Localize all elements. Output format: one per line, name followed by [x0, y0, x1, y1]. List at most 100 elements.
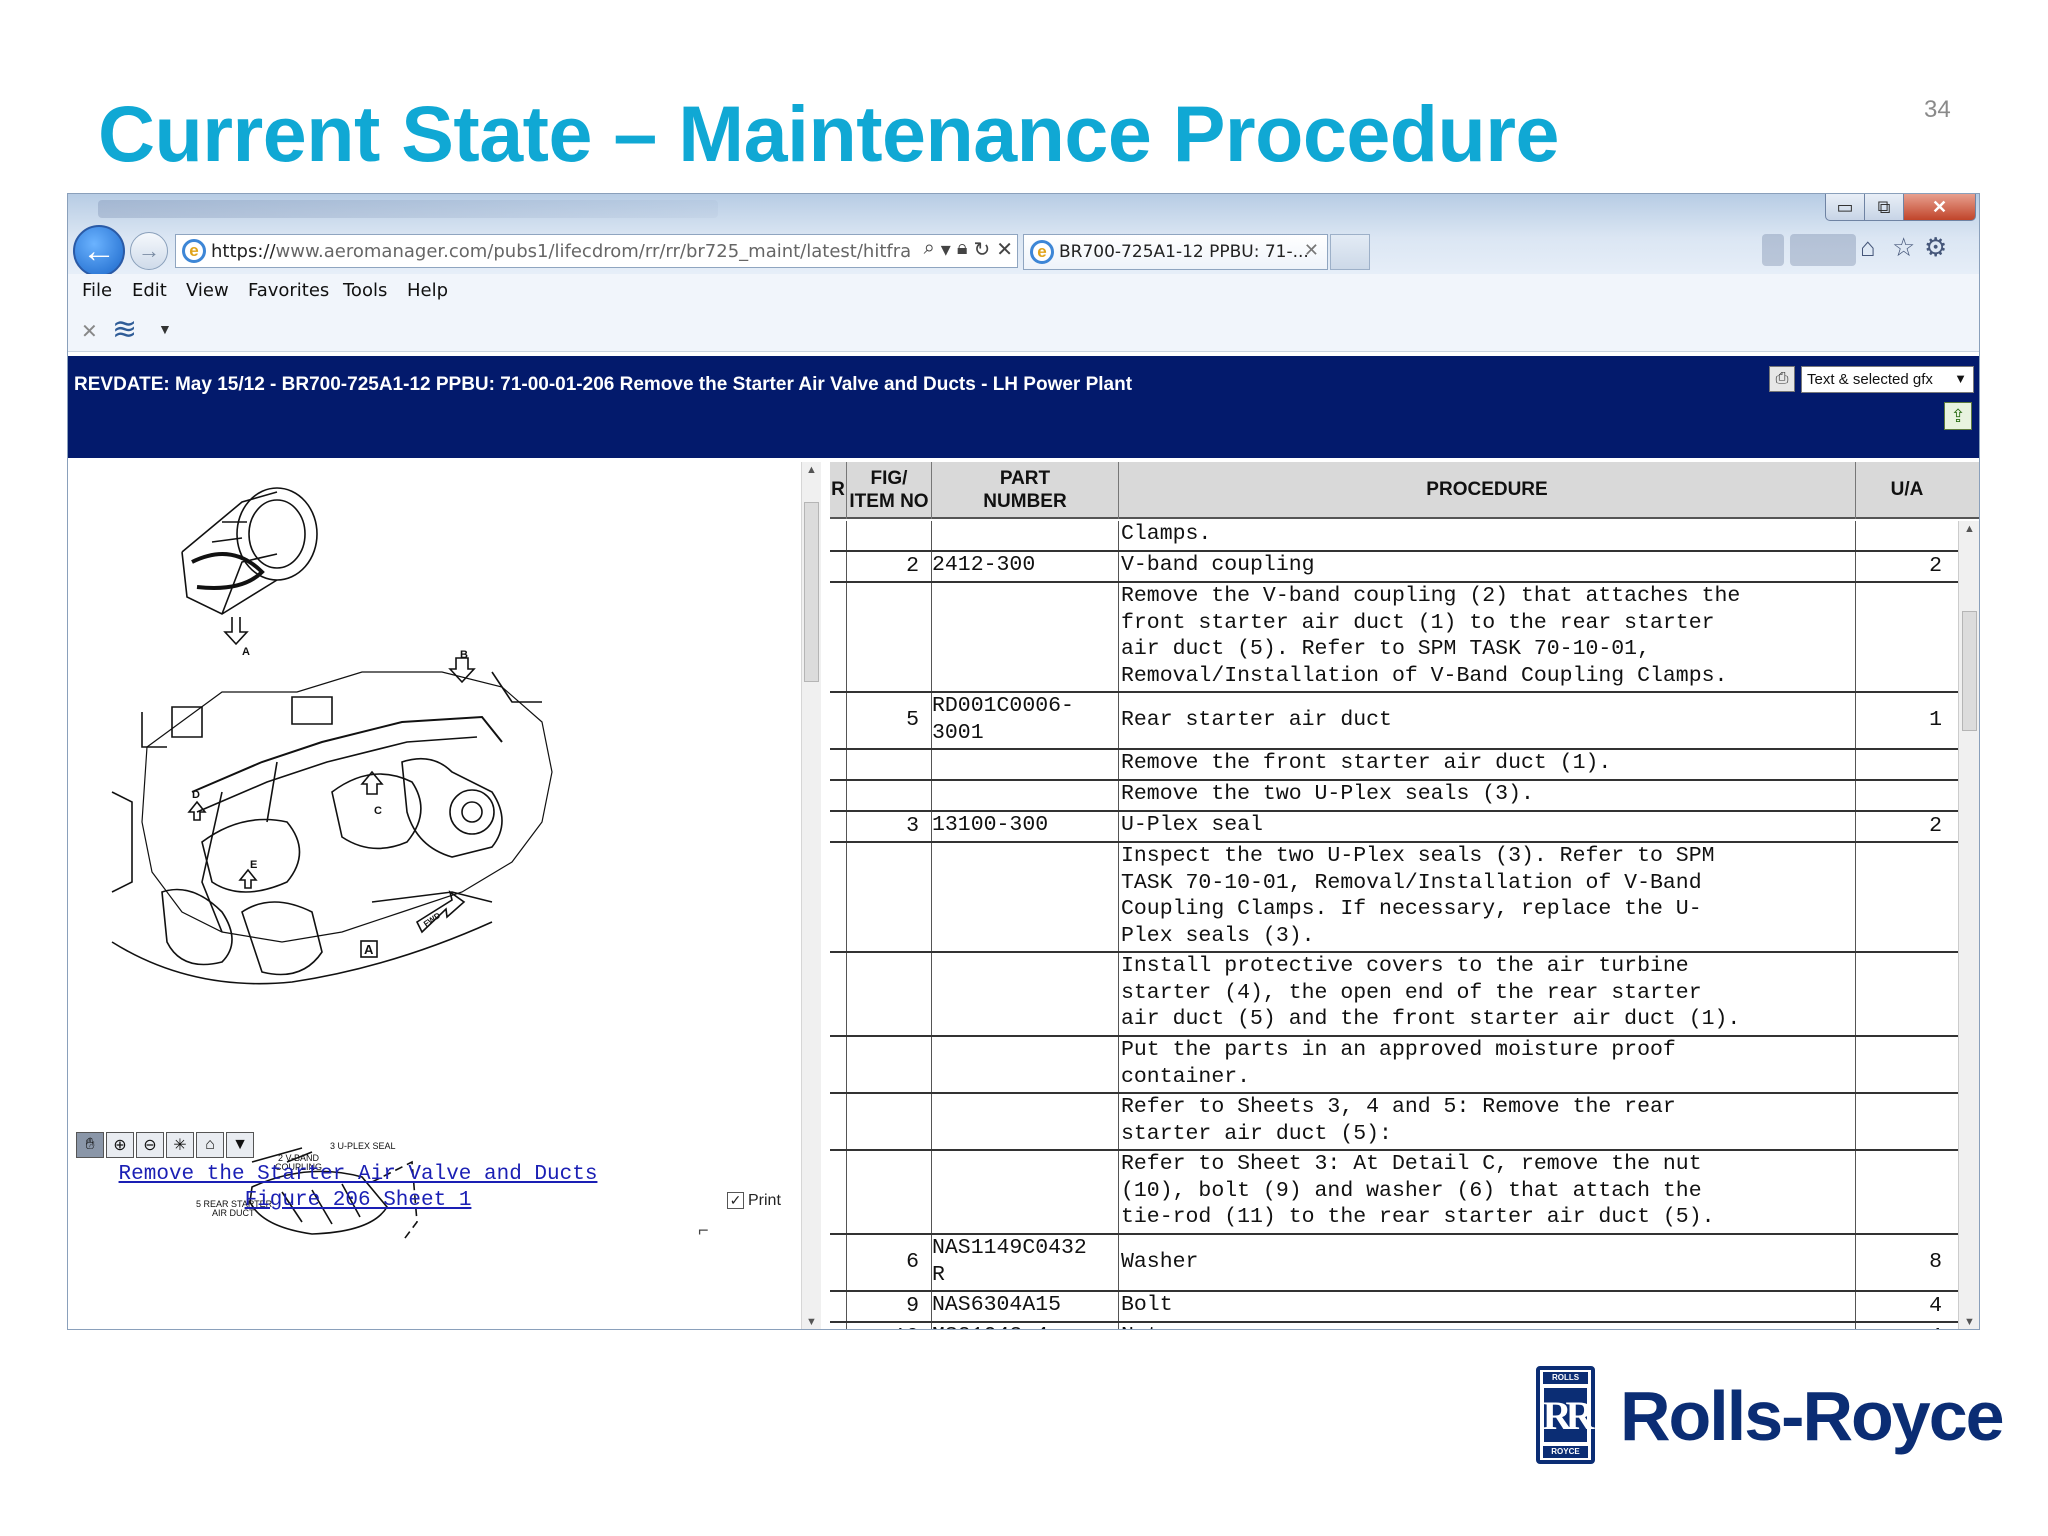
menu-tools[interactable]: Tools — [343, 280, 387, 301]
part-number-cell: NAS6304A15 — [931, 1292, 1118, 1321]
dropdown-icon[interactable]: ▾ — [941, 237, 951, 262]
scroll-down-icon[interactable]: ▼ — [1964, 1316, 1975, 1328]
menu-edit[interactable]: Edit — [132, 280, 167, 301]
scroll-thumb[interactable] — [804, 502, 819, 682]
fig-item-cell — [846, 750, 931, 779]
part-number-cell — [931, 750, 1118, 779]
home-icon[interactable]: ⌂ — [196, 1132, 224, 1158]
procedure-cell: Put the parts in an approved moisture pr… — [1118, 1037, 1855, 1092]
ua-cell — [1855, 1094, 1958, 1149]
zoom-out-icon[interactable]: ⊖ — [136, 1132, 164, 1158]
revision-cell — [830, 1037, 846, 1092]
table-row: Remove the two U-Plex seals (3). — [830, 781, 1979, 812]
print-scope-select[interactable]: Text & selected gfx ▼ — [1801, 366, 1974, 393]
table-row: Refer to Sheet 3: At Detail C, remove th… — [830, 1151, 1979, 1235]
callout-a-top: A — [242, 646, 250, 658]
table-scrollbar[interactable]: ▲ ▼ — [1958, 521, 1979, 1329]
zoom-in-icon[interactable]: ⊕ — [106, 1132, 134, 1158]
home-icon[interactable]: ⌂ — [1860, 232, 1876, 263]
procedure-cell: Install protective covers to the air tur… — [1118, 953, 1855, 1035]
new-tab-button[interactable] — [1330, 234, 1370, 270]
close-window-button[interactable]: ✕ — [1903, 194, 1976, 221]
figure-corner-mark: ⌐ — [698, 1220, 709, 1240]
print-scope-value: Text & selected gfx — [1807, 371, 1933, 388]
minimize-button[interactable]: ▭ — [1825, 194, 1865, 221]
figure-scrollbar[interactable]: ▲ ▼ — [801, 462, 821, 1329]
table-row: Install protective covers to the air tur… — [830, 953, 1979, 1037]
fig-item-cell — [846, 521, 931, 550]
figure-link-sheet[interactable]: Figure 206 Sheet 1 — [72, 1189, 644, 1212]
badge-monogram: RR — [1543, 1388, 1594, 1442]
menu-view[interactable]: View — [186, 280, 229, 301]
revision-cell — [830, 781, 846, 810]
table-row: 9 NAS6304A15 Bolt 4 — [830, 1292, 1979, 1323]
ie-favicon-icon: e — [1030, 240, 1054, 264]
part-number-cell: RD001C0006- 3001 — [931, 693, 1118, 748]
svg-text:D: D — [192, 789, 200, 801]
menu-favorites[interactable]: Favorites — [248, 280, 329, 301]
ua-cell — [1855, 1037, 1958, 1092]
back-button[interactable]: ← — [73, 225, 125, 277]
forward-button[interactable]: → — [130, 232, 168, 270]
pan-icon[interactable]: ✋︎ — [76, 1132, 104, 1158]
command-bar — [68, 308, 1979, 352]
procedure-cell: Remove the front starter air duct (1). — [1118, 750, 1855, 779]
revision-cell — [830, 1235, 846, 1290]
scroll-up-icon[interactable]: ▲ — [1964, 523, 1975, 535]
col-part-header: PART NUMBER — [931, 462, 1118, 519]
fig-item-cell: 3 — [846, 812, 931, 841]
blurred-toolbar-icon — [1790, 234, 1856, 266]
procedure-cell: U-Plex seal — [1118, 812, 1855, 841]
fig-item-cell: 2 — [846, 552, 931, 581]
url-text[interactable]: https://www.aeromanager.com/pubs1/lifecd… — [211, 241, 911, 262]
connection-icon[interactable]: ≋ — [112, 312, 137, 347]
part-number-cell: 13100-300 — [931, 812, 1118, 841]
print-checkbox[interactable]: ✓ — [727, 1192, 744, 1209]
tab-label: BR700-725A1-12 PPBU: 71-... — [1059, 242, 1309, 262]
chevron-down-icon[interactable]: ▼ — [226, 1132, 254, 1158]
part-number-cell: MS21043-4 — [931, 1323, 1118, 1329]
table-header: R FIG/ ITEM NO PART NUMBER PROCEDURE U/A — [830, 462, 1979, 519]
export-icon[interactable]: ⇪ — [1944, 402, 1972, 430]
refresh-icon[interactable]: ↻ — [973, 237, 990, 262]
ua-cell: 4 — [1855, 1292, 1958, 1321]
procedure-cell: Bolt — [1118, 1292, 1855, 1321]
scroll-thumb[interactable] — [1962, 611, 1977, 731]
maximize-button[interactable]: ⧉ — [1864, 194, 1904, 221]
address-bar[interactable]: e https://www.aeromanager.com/pubs1/life… — [175, 234, 1018, 268]
stop-icon[interactable]: ✕ — [996, 237, 1013, 262]
menu-file[interactable]: File — [82, 280, 112, 301]
ua-cell — [1855, 781, 1958, 810]
tab-close-icon[interactable]: ✕ — [1304, 240, 1319, 261]
print-icon[interactable]: ⎙ — [1769, 366, 1795, 392]
fit-icon[interactable]: ✳ — [166, 1132, 194, 1158]
revision-cell — [830, 552, 846, 581]
revision-cell — [830, 1292, 846, 1321]
fig-item-cell: 10 — [846, 1323, 931, 1329]
chevron-down-icon: ▼ — [1954, 371, 1967, 386]
close-bar-icon[interactable]: ✕ — [81, 319, 98, 344]
chevron-down-icon[interactable]: ▼ — [158, 321, 172, 337]
fig-item-cell — [846, 953, 931, 1035]
ua-cell: 1 — [1855, 693, 1958, 748]
scroll-down-icon[interactable]: ▼ — [806, 1316, 817, 1328]
figure-link-title[interactable]: Remove the Starter Air Valve and Ducts — [72, 1163, 644, 1186]
fig-item-cell: 5 — [846, 693, 931, 748]
settings-gear-icon[interactable]: ⚙ — [1924, 232, 1947, 263]
menu-help[interactable]: Help — [407, 280, 448, 301]
favorites-star-icon[interactable]: ☆ — [1892, 232, 1915, 263]
lock-icon[interactable]: 🔒︎ — [957, 237, 968, 262]
svg-text:E: E — [250, 859, 257, 871]
fig-item-cell — [846, 1094, 931, 1149]
scroll-up-icon[interactable]: ▲ — [806, 464, 817, 476]
tab-active[interactable]: e BR700-725A1-12 PPBU: 71-... ✕ — [1023, 234, 1328, 270]
revision-cell — [830, 1094, 846, 1149]
svg-text:A: A — [364, 942, 374, 957]
part-number-cell — [931, 1151, 1118, 1233]
table-row: 10MS21043-4Nut4 — [830, 1323, 1979, 1329]
part-number-cell — [931, 1094, 1118, 1149]
search-icon[interactable]: ⌕ — [924, 237, 935, 262]
document-header — [68, 356, 1979, 456]
col-ua-header: U/A — [1855, 462, 1958, 519]
revision-cell — [830, 1323, 846, 1329]
